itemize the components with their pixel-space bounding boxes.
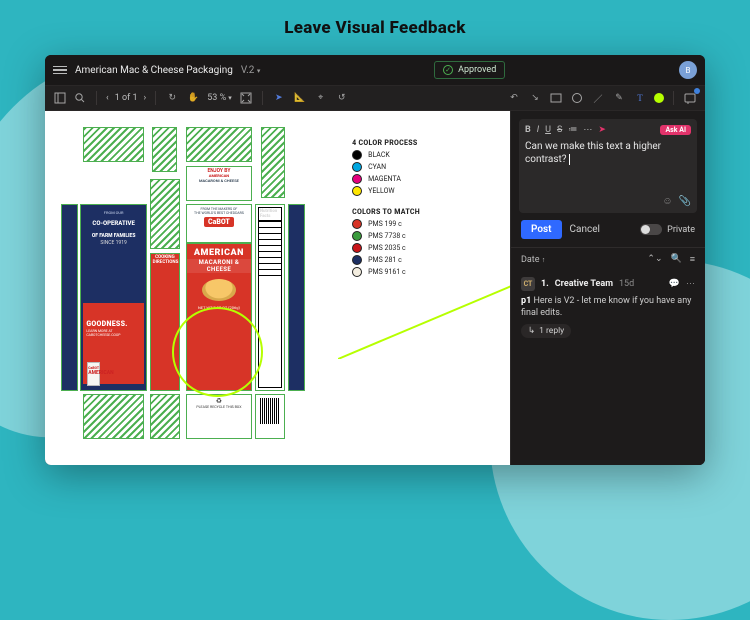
strike-icon[interactable]: S [557,125,562,135]
approved-label: Approved [458,65,496,75]
emoji-icon[interactable]: ☺ [662,196,672,207]
page-nav[interactable]: ‹ 1 of 1 › [106,93,146,103]
barcode-icon [260,398,280,424]
swatch-pms199 [352,219,362,229]
comment-item[interactable]: CT 1. Creative Team 15d 💬 ⋯ p1 Here is V… [511,271,705,344]
mac-bowl-image [202,279,236,301]
mini-front: CaBOT AMERICAN [87,362,100,386]
more-format-icon[interactable]: ⋯ [583,125,592,135]
italic-icon[interactable]: I [537,125,539,135]
titlebar: American Mac & Cheese Packaging V.2 ▾ ✓ … [45,55,705,85]
zoom-control[interactable]: 53 % ▾ [207,93,231,103]
main: ENJOY BY AMERICAN MACARONI & CHEESE FROM… [45,111,705,465]
undo-icon[interactable]: ↶ [507,91,521,105]
approval-status[interactable]: ✓ Approved [434,61,505,79]
toggle-icon[interactable] [640,224,662,235]
underline-icon[interactable]: U [545,125,551,135]
search-comments-icon[interactable]: 🔍 [671,254,682,265]
swatch-yellow [352,186,362,196]
collapse-icon[interactable]: ⌃⌄ [647,254,662,265]
comment-reply-icon[interactable]: 💬 [669,279,680,289]
comment-avatar: CT [521,277,535,291]
ellipse-tool-icon[interactable] [570,91,584,105]
swatch-pms9161 [352,267,362,277]
ask-ai-button[interactable]: Ask AI [660,125,691,135]
front-panel: AMERICAN MACARONI & CHEESE NET WT 7.25 O… [186,243,253,391]
reply-count-button[interactable]: ↳ 1 reply [521,324,571,338]
swatch-cyan [352,162,362,172]
search-icon[interactable] [73,91,87,105]
comment-time: 15d [619,279,634,289]
send-icon[interactable]: ➤ [598,125,606,135]
attachment-icon[interactable]: 📎 [679,196,691,207]
hand-icon[interactable]: ✋ [186,91,200,105]
sidebar-toggle-icon[interactable] [53,91,67,105]
bold-icon[interactable]: B [525,125,531,135]
side-panel-coop: FROM OUR CO-OPERATIVE OF FARM FAMILIES S… [80,204,147,391]
swatch-magenta [352,174,362,184]
page-indicator: 1 of 1 [115,93,138,103]
match-title: COLORS TO MATCH [352,208,490,216]
next-page-icon[interactable]: › [144,93,147,103]
document-title: American Mac & Cheese Packaging [75,65,233,76]
cabot-header: FROM THE MAKERS OF THE WORLD'S BEST CHED… [186,204,253,243]
comments-panel: B I U S ≔ ⋯ ➤ Ask AI Can we make this te… [510,111,705,465]
canvas[interactable]: ENJOY BY AMERICAN MACARONI & CHEESE FROM… [45,111,510,465]
swatch-pms2035 [352,243,362,253]
comment-composer: B I U S ≔ ⋯ ➤ Ask AI Can we make this te… [519,119,697,213]
arrow-tool-icon[interactable]: ↘ [528,91,542,105]
comment-number: 1. [541,279,549,289]
swatch-black [352,150,362,160]
post-button[interactable]: Post [521,220,562,239]
color-legend: 4 COLOR PROCESS BLACK CYAN MAGENTA YELLO… [338,127,494,449]
swatch-pms281 [352,255,362,265]
eyedropper-icon[interactable]: ⌖ [314,91,328,105]
fit-icon[interactable] [239,91,253,105]
cooking-panel: COOKINGDIRECTIONS [150,253,180,391]
cancel-button[interactable]: Cancel [570,224,600,235]
process-title: 4 COLOR PROCESS [352,139,490,147]
comment-body: p1 Here is V2 - let me know if you have … [521,295,695,319]
comment-sort: Date ↑ ⌃⌄ 🔍 ≡ [511,248,705,271]
notifications-icon[interactable] [683,91,697,105]
list-icon[interactable]: ≔ [568,125,577,135]
check-icon: ✓ [443,65,453,75]
recycle-panel: ♻PLEASE RECYCLE THIS BOX [186,394,253,439]
ruler-icon[interactable]: 📐 [293,91,307,105]
pointer-icon[interactable]: ➤ [272,91,286,105]
toolbar: ‹ 1 of 1 › ↻ ✋ 53 % ▾ ➤ 📐 ⌖ ↺ ↶ ↘ ／ ✎ T [45,85,705,111]
version-selector[interactable]: V.2 ▾ [241,65,261,76]
line-tool-icon[interactable]: ／ [591,91,605,105]
annotation-color-swatch[interactable] [654,93,664,103]
history-icon[interactable]: ↺ [335,91,349,105]
comment-menu-icon[interactable]: ⋯ [686,279,695,289]
nutrition-panel: Nutrition Facts [255,204,285,391]
rotate-icon[interactable]: ↻ [165,91,179,105]
page-title: Leave Visual Feedback [284,18,465,38]
app-window: American Mac & Cheese Packaging V.2 ▾ ✓ … [45,55,705,465]
rect-tool-icon[interactable] [549,91,563,105]
prev-page-icon[interactable]: ‹ [106,93,109,103]
format-toolbar: B I U S ≔ ⋯ ➤ Ask AI [525,125,691,135]
swatch-pms7738 [352,231,362,241]
menu-icon[interactable] [53,66,67,75]
barcode-panel [255,394,285,439]
top-panel: ENJOY BY AMERICAN MACARONI & CHEESE [186,166,253,201]
private-toggle[interactable]: Private [640,224,695,235]
pen-tool-icon[interactable]: ✎ [612,91,626,105]
text-tool-icon[interactable]: T [633,91,647,105]
package-artwork: ENJOY BY AMERICAN MACARONI & CHEESE FROM… [61,127,338,449]
user-avatar[interactable]: B [679,61,697,79]
filter-icon[interactable]: ≡ [690,254,695,265]
comment-author: Creative Team [555,279,613,289]
sort-selector[interactable]: Date ↑ [521,255,545,265]
composer-textarea[interactable]: Can we make this text a higher contrast? [525,140,691,190]
